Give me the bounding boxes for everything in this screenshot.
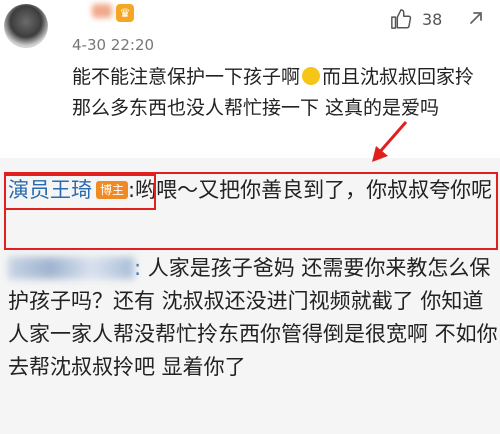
blurred-username[interactable]: [8, 257, 134, 279]
blurred-username[interactable]: [92, 4, 112, 18]
red-arrow-annotation: [372, 121, 408, 162]
crown-icon: ♛: [116, 4, 134, 22]
like-count: 38: [422, 10, 443, 29]
avatar[interactable]: [4, 4, 48, 48]
share-icon[interactable]: [468, 10, 484, 26]
highlight-box-reply: [4, 172, 498, 250]
comment-text-part1: 能不能注意保护一下孩子啊: [72, 66, 301, 88]
sad-face-icon: [302, 67, 321, 85]
comment-body: 能不能注意保护一下孩子啊 而且沈叔叔回家拎那么多东西也没人帮忙接一下 这真的是爱吗: [72, 62, 492, 124]
thumbs-up-icon[interactable]: [390, 8, 412, 30]
comment-timestamp: 4-30 22:20: [72, 36, 155, 54]
reply-user: : 人家是孩子爸妈 还需要你来教怎么保护孩子吗？还有 沈叔叔还没进门视频就截了 …: [8, 252, 498, 384]
